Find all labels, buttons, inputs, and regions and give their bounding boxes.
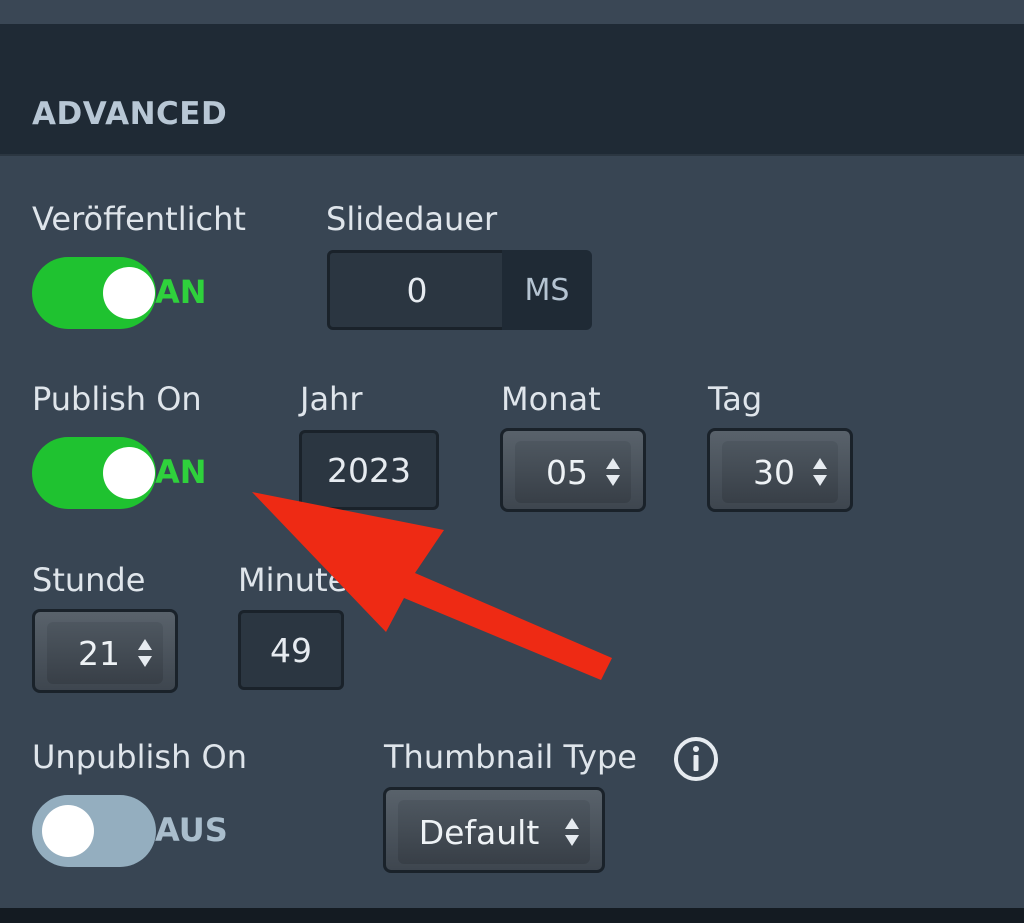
minute-label: Minute	[238, 561, 348, 599]
slide-duration-unit: MS	[502, 250, 592, 330]
section-header[interactable]: ADVANCED	[0, 24, 1024, 156]
top-strip	[0, 0, 1024, 24]
toggle-knob	[42, 805, 94, 857]
month-label: Monat	[501, 380, 601, 418]
slide-duration-input[interactable]: 0	[327, 250, 507, 330]
toggle-knob	[103, 267, 155, 319]
unpublish-on-state: AUS	[155, 811, 228, 849]
hour-label: Stunde	[32, 561, 146, 599]
publish-on-state: AN	[155, 453, 207, 491]
slide-duration-label: Slidedauer	[326, 200, 498, 238]
stepper-arrows-icon	[138, 639, 152, 667]
hour-select[interactable]: 21	[32, 609, 178, 693]
year-input[interactable]: 2023	[299, 430, 439, 510]
info-icon[interactable]	[672, 735, 720, 783]
publish-on-label: Publish On	[32, 380, 202, 418]
published-state: AN	[155, 273, 207, 311]
toggle-knob	[103, 447, 155, 499]
year-label: Jahr	[300, 380, 363, 418]
thumbnail-type-select[interactable]: Default	[383, 787, 605, 873]
day-select[interactable]: 30	[707, 428, 853, 512]
thumbnail-type-label: Thumbnail Type	[384, 738, 637, 776]
stepper-arrows-icon	[813, 458, 827, 486]
published-label: Veröffentlicht	[32, 200, 246, 238]
stepper-arrows-icon	[565, 818, 579, 846]
day-label: Tag	[708, 380, 763, 418]
stepper-arrows-icon	[606, 458, 620, 486]
publish-on-toggle[interactable]	[32, 437, 156, 509]
bottom-strip	[0, 908, 1024, 923]
unpublish-on-toggle[interactable]	[32, 795, 156, 867]
section-title: ADVANCED	[32, 96, 228, 132]
thumbnail-type-value: Default	[418, 812, 540, 852]
minute-input[interactable]: 49	[238, 610, 344, 690]
unpublish-on-label: Unpublish On	[32, 738, 247, 776]
published-toggle[interactable]	[32, 257, 156, 329]
month-select[interactable]: 05	[500, 428, 646, 512]
